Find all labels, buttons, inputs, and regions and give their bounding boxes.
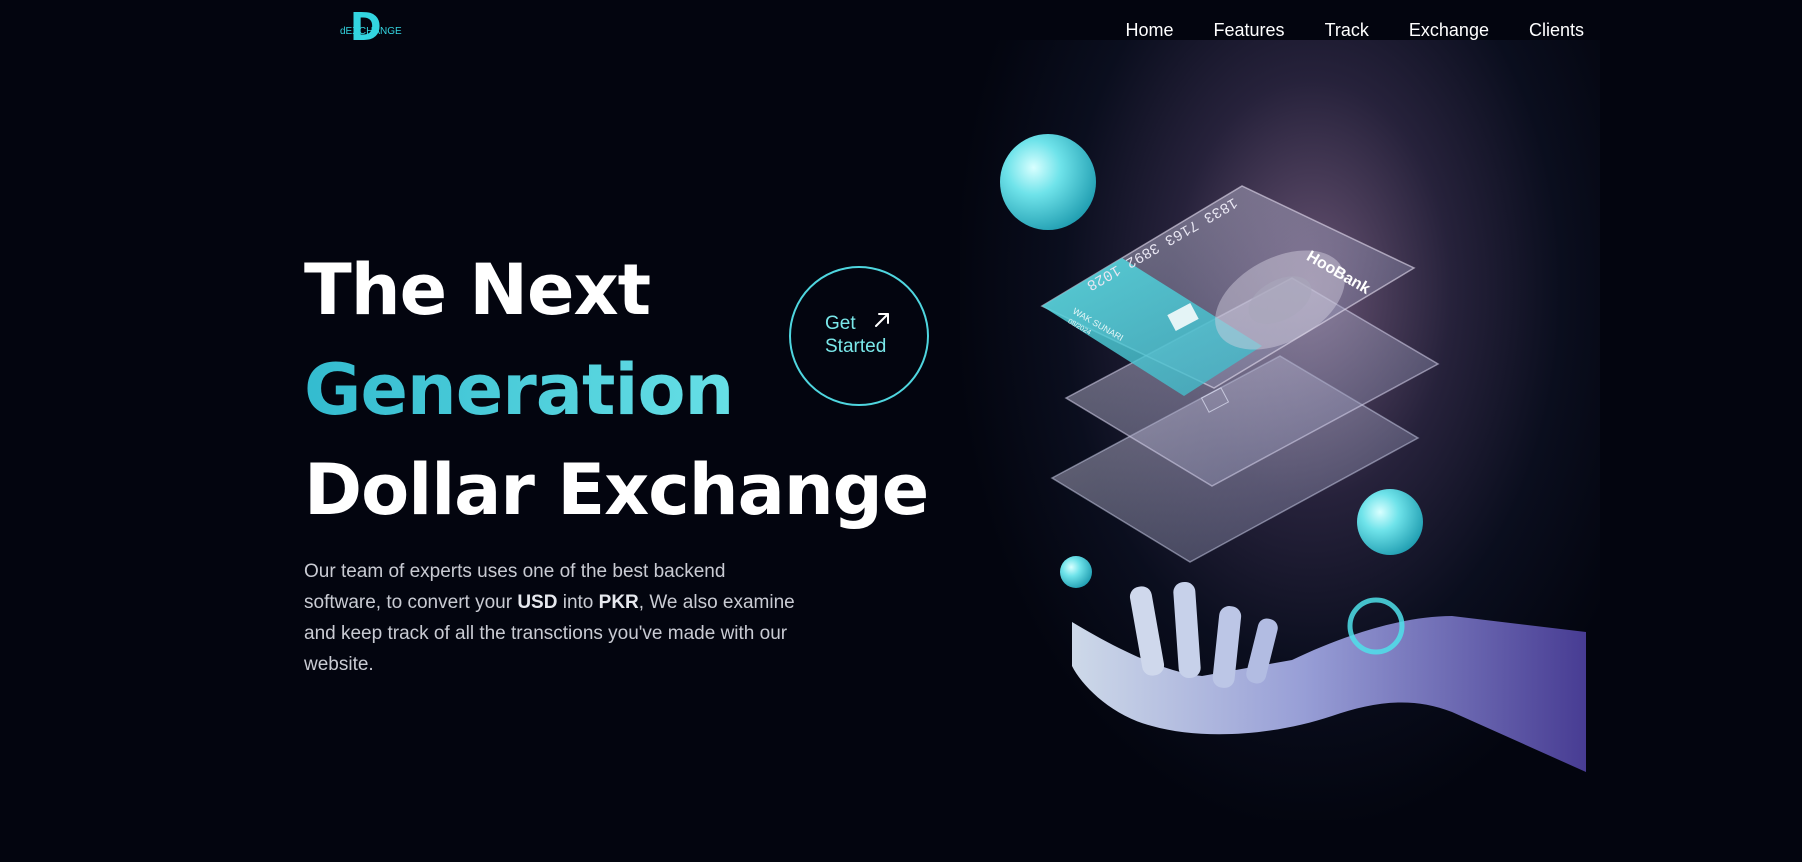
landing-page: D dEXCHANGE Home Features Track Exchange… [0, 0, 1802, 862]
robot-hand [1072, 582, 1586, 772]
main-nav: Home Features Track Exchange Clients [1126, 20, 1585, 41]
description-usd: USD [517, 592, 558, 613]
nav-item-track[interactable]: Track [1325, 20, 1369, 41]
arrow-up-right-icon [875, 313, 889, 327]
description-part-2: into [557, 592, 599, 613]
description-pkr: PKR [598, 592, 639, 613]
headline-line-3: Dollar Exchange [304, 449, 929, 531]
sphere-medium [1357, 489, 1423, 555]
nav-item-exchange[interactable]: Exchange [1409, 20, 1489, 41]
nav-item-home[interactable]: Home [1126, 20, 1174, 41]
get-started-label: Get Started [825, 313, 887, 357]
get-started-button[interactable]: Get Started [789, 266, 929, 406]
nav-item-features[interactable]: Features [1214, 20, 1285, 41]
logo-text: dEXCHANGE [340, 26, 402, 37]
logo[interactable]: D dEXCHANGE [338, 8, 402, 52]
hero-description: Our team of experts uses one of the best… [304, 556, 804, 680]
sphere-large [1000, 134, 1096, 230]
nav-item-clients[interactable]: Clients [1529, 20, 1584, 41]
